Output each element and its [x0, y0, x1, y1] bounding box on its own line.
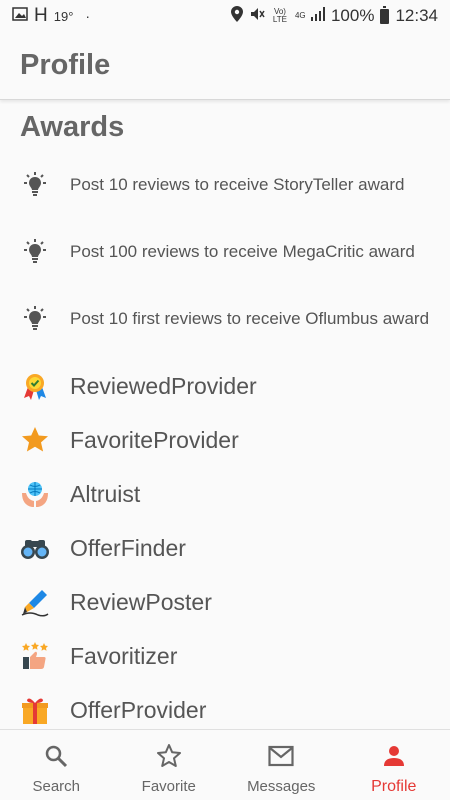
- gallery-notification-icon: [12, 7, 28, 25]
- nav-item-search[interactable]: Search: [0, 730, 113, 800]
- goal-label: Post 10 first reviews to receive Oflumbu…: [70, 309, 430, 328]
- goal-item: Post 10 reviews to receive StoryTeller a…: [20, 170, 440, 200]
- status-bar-right: Vo) LTE 4G 100% 12:34: [230, 5, 438, 26]
- awards-section-title: Awards: [20, 111, 125, 143]
- goal-label: Post 100 reviews to receive MegaCritic a…: [70, 242, 415, 261]
- goal-item: Post 100 reviews to receive MegaCritic a…: [20, 237, 440, 267]
- carrier-label: H: [34, 5, 48, 26]
- goal-item: Post 10 first reviews to receive Oflumbu…: [20, 304, 440, 334]
- volte-badge: Vo) LTE: [272, 7, 287, 24]
- award-item[interactable]: OfferProvider: [20, 690, 440, 729]
- nav-label-favorite: Favorite: [141, 778, 196, 795]
- lightbulb-icon: [20, 170, 50, 200]
- network-4g-badge: 4G: [294, 11, 306, 20]
- award-label: Favoritizer: [70, 642, 178, 669]
- star-outline-icon: [155, 742, 183, 770]
- award-item[interactable]: OfferFinder: [20, 528, 440, 568]
- clock: 12:34: [395, 6, 438, 25]
- award-label: FavoriteProvider: [70, 426, 239, 453]
- lightbulb-icon: [20, 237, 50, 267]
- binoculars-icon: [20, 533, 50, 563]
- mute-icon: [249, 6, 265, 26]
- temperature-label: 19°: [53, 8, 74, 24]
- star-icon: [20, 425, 50, 455]
- award-label: ReviewedProvider: [70, 372, 257, 399]
- award-item[interactable]: ReviewPoster: [20, 582, 440, 622]
- gift-icon: [20, 695, 50, 725]
- nav-label-messages: Messages: [247, 778, 316, 795]
- medal-icon: [20, 371, 50, 401]
- award-item[interactable]: Altruist: [20, 474, 440, 514]
- lightbulb-icon: [20, 304, 50, 334]
- award-item[interactable]: ReviewedProvider: [20, 366, 440, 406]
- nav-label-profile: Profile: [371, 778, 417, 795]
- nav-label-search: Search: [32, 778, 81, 795]
- nav-item-messages[interactable]: Messages: [225, 730, 338, 800]
- globe-hands-icon: [20, 479, 50, 509]
- profile-content[interactable]: Awards Post 10 reviews to receive StoryT…: [0, 101, 450, 729]
- award-label: OfferProvider: [70, 696, 207, 723]
- award-label: OfferFinder: [70, 534, 186, 561]
- pen-icon: [20, 587, 50, 617]
- nav-item-profile[interactable]: Profile: [338, 730, 450, 800]
- award-item[interactable]: Favoritizer: [20, 636, 440, 676]
- person-icon: [380, 742, 408, 770]
- bottom-navigation: Search Favorite Messages Profile: [0, 729, 450, 800]
- award-label: ReviewPoster: [70, 588, 212, 615]
- status-bar-left: H 19° ·: [12, 5, 90, 27]
- battery-percent: 100%: [330, 6, 375, 25]
- app-bar: Profile: [0, 32, 450, 100]
- award-label: Altruist: [70, 480, 141, 507]
- signal-icon: [310, 7, 325, 25]
- notification-dot: ·: [85, 8, 91, 24]
- status-bar: H 19° · Vo) LTE 4G 100% 12:34: [0, 0, 450, 32]
- stars-thumbsup-icon: [20, 641, 50, 671]
- page-title: Profile: [20, 49, 111, 81]
- location-icon: [230, 6, 243, 26]
- mail-icon: [267, 742, 295, 770]
- award-item[interactable]: FavoriteProvider: [20, 420, 440, 460]
- nav-item-favorite[interactable]: Favorite: [113, 730, 226, 800]
- goal-label: Post 10 reviews to receive StoryTeller a…: [70, 175, 405, 194]
- battery-icon: [380, 5, 390, 24]
- search-icon: [42, 742, 70, 770]
